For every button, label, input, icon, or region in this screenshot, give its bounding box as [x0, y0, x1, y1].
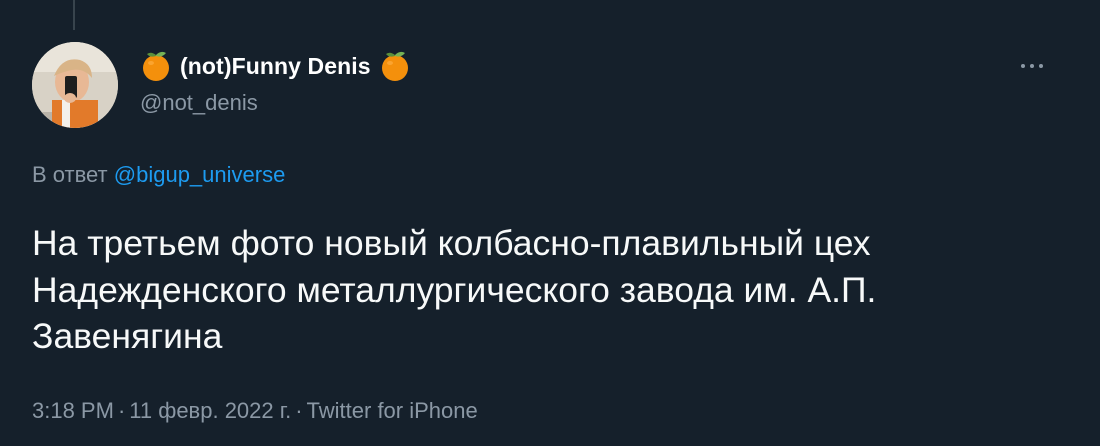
meta-separator: ·: [295, 398, 303, 423]
avatar-photo: [32, 42, 118, 128]
orange-tangerine-icon: [379, 49, 411, 83]
tweet-metadata: 3:18 PM · 11 февр. 2022 г. · Twitter for iPh…: [32, 398, 478, 424]
more-dot-icon: [1039, 64, 1043, 68]
tweet-source-link[interactable]: Twitter for iPhone: [307, 398, 478, 423]
tweet-header: (not)Funny Denis @not_denis: [140, 48, 1100, 128]
reply-context: В ответ @bigup_universe: [32, 162, 285, 188]
tweet-time[interactable]: 3:18 PM: [32, 398, 114, 423]
meta-separator: ·: [117, 398, 126, 423]
reply-prefix: В ответ: [32, 162, 108, 187]
name-row: (not)Funny Denis: [140, 48, 411, 84]
orange-tangerine-icon: [140, 49, 172, 83]
more-options-button[interactable]: [1012, 54, 1052, 78]
tweet-text: На третьем фото новый колбасно-плавильны…: [32, 223, 877, 356]
avatar[interactable]: [32, 42, 118, 128]
more-dot-icon: [1030, 64, 1034, 68]
user-handle[interactable]: @not_denis: [140, 90, 258, 116]
more-dot-icon: [1021, 64, 1025, 68]
display-name[interactable]: (not)Funny Denis: [180, 53, 371, 80]
tweet-date[interactable]: 11 февр. 2022 г.: [129, 398, 291, 423]
thread-connector-line: [73, 0, 75, 30]
reply-mention-link[interactable]: @bigup_universe: [114, 162, 286, 187]
